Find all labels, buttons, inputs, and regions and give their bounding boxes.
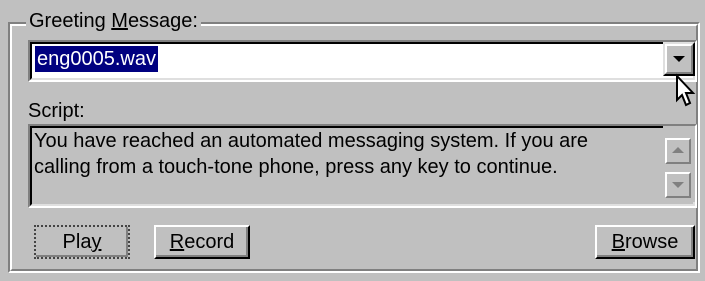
scroll-up-icon bbox=[672, 147, 684, 153]
greeting-message-combobox[interactable]: eng0005.wav bbox=[28, 40, 697, 82]
play-button-label: Play bbox=[62, 231, 102, 253]
record-button[interactable]: Record bbox=[154, 225, 250, 259]
script-text[interactable]: You have reached an automated messaging … bbox=[34, 128, 639, 180]
greeting-message-label: Greeting Message: bbox=[26, 8, 201, 34]
scroll-down-button[interactable] bbox=[665, 172, 691, 198]
scroll-up-button[interactable] bbox=[665, 138, 691, 164]
script-textarea[interactable]: You have reached an automated messaging … bbox=[28, 124, 697, 208]
chevron-down-icon bbox=[673, 56, 685, 62]
greeting-file-value[interactable]: eng0005.wav bbox=[35, 46, 158, 72]
record-button-label: Record bbox=[169, 231, 235, 253]
combobox-dropdown-button[interactable] bbox=[663, 42, 695, 76]
script-label: Script: bbox=[28, 100, 85, 122]
browse-button[interactable]: Browse bbox=[595, 225, 695, 259]
script-scrollbar[interactable] bbox=[663, 126, 695, 202]
play-button[interactable]: Play bbox=[34, 225, 130, 259]
mouse-pointer-icon bbox=[676, 73, 696, 107]
scroll-down-icon bbox=[672, 182, 684, 188]
browse-button-label: Browse bbox=[611, 231, 679, 253]
